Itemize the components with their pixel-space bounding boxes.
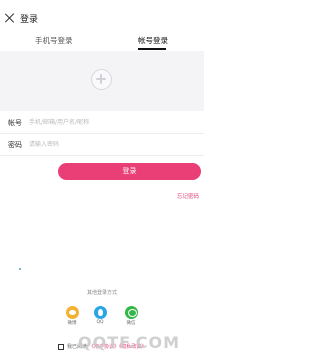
password-label: 密码 — [8, 141, 22, 149]
page-title: 登录 — [20, 15, 39, 25]
wechat-label: 微信 — [126, 321, 136, 326]
agreement-link[interactable]: 《用户协议》《隐私政策》 — [89, 343, 147, 350]
qq-icon — [93, 306, 107, 319]
other-login-label: 其他登录方式 — [86, 290, 117, 296]
account-label: 帐号 — [8, 119, 22, 127]
password-row: 密码 — [0, 134, 204, 156]
weibo-icon — [65, 306, 79, 319]
wechat-icon — [124, 306, 138, 319]
qq-label: QQ — [96, 320, 104, 325]
password-input[interactable] — [29, 137, 194, 152]
login-tabs: 手机号登录 帐号登录 — [0, 33, 204, 51]
agreement-prefix: 我已阅读 — [67, 344, 88, 350]
forgot-password-link[interactable]: 忘记密码 — [177, 192, 199, 200]
weibo-login-button[interactable]: 微博 — [63, 306, 81, 326]
logo-area — [0, 51, 204, 111]
title-bar: 登录 — [0, 0, 204, 30]
account-row: 帐号 — [0, 112, 204, 134]
agreement-checkbox[interactable] — [58, 344, 64, 350]
close-icon[interactable] — [5, 13, 15, 23]
app-logo-icon — [91, 69, 112, 90]
account-input[interactable] — [29, 115, 194, 130]
decorative-dot — [19, 268, 21, 270]
divider — [0, 155, 204, 156]
tab-account-login[interactable]: 帐号登录 — [138, 35, 168, 46]
active-tab-indicator — [138, 48, 166, 50]
wechat-login-button[interactable]: 微信 — [122, 306, 140, 326]
qq-login-button[interactable]: QQ — [91, 306, 109, 325]
weibo-label: 微博 — [67, 321, 77, 326]
tab-phone-login[interactable]: 手机号登录 — [35, 35, 73, 46]
login-button[interactable]: 登录 — [58, 163, 201, 180]
